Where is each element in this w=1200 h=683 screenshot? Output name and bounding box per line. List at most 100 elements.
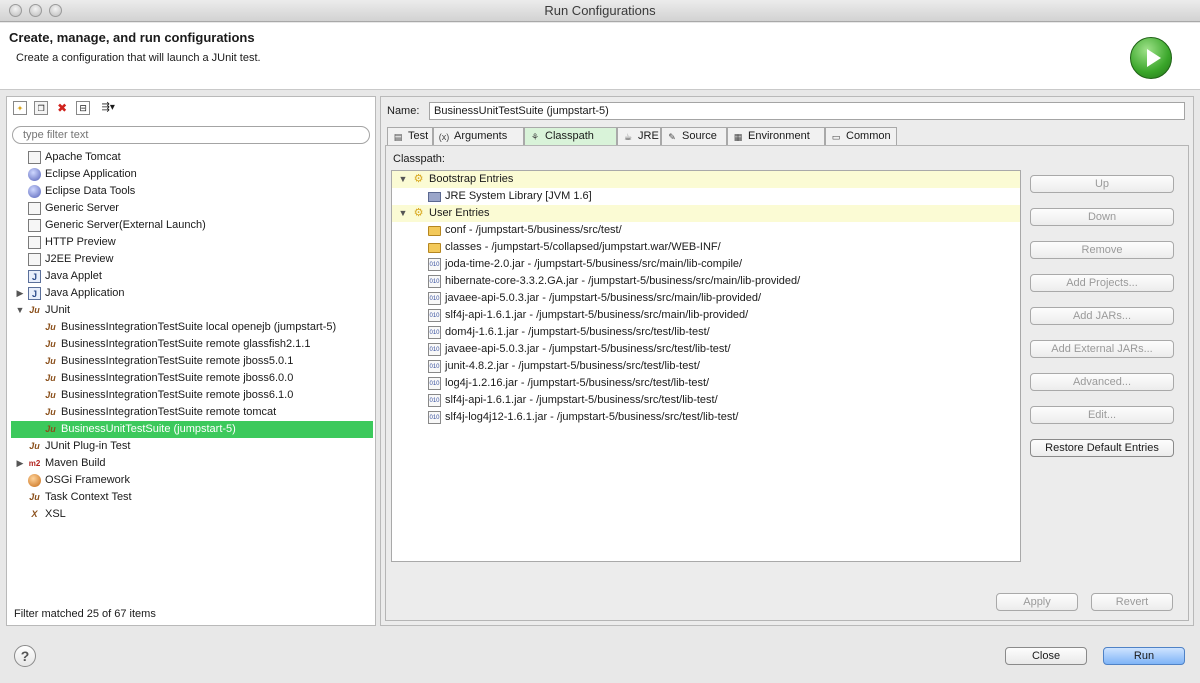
tree-item-label: Generic Server [45,202,119,214]
tree-item-label: BusinessIntegrationTestSuite remote tomc… [61,406,277,418]
classpath-entry[interactable]: 010 javaee-api-5.0.3.jar - /jumpstart-5/b… [392,341,1020,358]
folder-icon [428,226,441,236]
name-field[interactable] [429,102,1185,120]
tab-jre[interactable]: ☕ JRE [617,127,661,146]
tree-item[interactable]: Generic Server [11,200,373,217]
tree-item[interactable]: ▶ m2 Maven Build [11,455,373,472]
expander-icon[interactable]: ▼ [398,171,408,188]
delete-config-icon[interactable]: ✖ [55,101,69,115]
junit-icon: Ju [45,339,56,349]
help-icon[interactable]: ? [14,645,36,667]
configuration-list-panel: ✦ ❐ ✖ ⊟ ⇶▾ Apache Tomcat Eclipse Applicat… [6,96,376,626]
classpath-label: Classpath: [393,153,445,165]
run-button[interactable]: Run [1103,647,1185,665]
file-icon [28,151,41,164]
header-subtitle: Create a configuration that will launch … [16,52,261,64]
expander-icon[interactable]: ▶ [15,455,25,472]
classpath-entry-label: javaee-api-5.0.3.jar - /jumpstart-5/busi… [445,343,731,355]
tab-common[interactable]: ▭ Common [825,127,897,146]
apply-button[interactable]: Apply [996,593,1078,611]
tab-source[interactable]: ✎ Source [661,127,727,146]
tree-item-label: JUnit [45,304,71,316]
tab-label: Environment [748,130,810,142]
tree-item[interactable]: Ju BusinessIntegrationTestSuite remote jb… [11,370,373,387]
tree-item[interactable]: Ju BusinessIntegrationTestSuite remote jb… [11,387,373,404]
classpath-entry[interactable]: JRE System Library [JVM 1.6] [392,188,1020,205]
source-icon: ✎ [668,132,676,142]
tree-item[interactable]: ▶ J Java Application [11,285,373,302]
classpath-group[interactable]: ▼ ⚙ User Entries [392,205,1020,222]
tree-item[interactable]: Ju BusinessIntegrationTestSuite local ope… [11,319,373,336]
jar-icon: 010 [428,360,441,373]
classpath-entry[interactable]: 010 hibernate-core-3.3.2.GA.jar - /jumpst… [392,273,1020,290]
jar-icon: 010 [428,411,441,424]
common-icon: ▭ [831,132,841,142]
classpath-entry[interactable]: 010 dom4j-1.6.1.jar - /jumpstart-5/busine… [392,324,1020,341]
tree-item[interactable]: Ju BusinessIntegrationTestSuite remote jb… [11,353,373,370]
close-button[interactable]: Close [1005,647,1087,665]
tab-test[interactable]: ▤ Test [387,127,433,146]
entries-icon: ⚙ [413,207,424,219]
advanced-button[interactable]: Advanced... [1030,373,1174,391]
tree-item[interactable]: J2EE Preview [11,251,373,268]
tree-item[interactable]: Ju BusinessIntegrationTestSuite remote to… [11,404,373,421]
classpath-entry[interactable]: 010 slf4j-log4j12-1.6.1.jar - /jumpstart-… [392,409,1020,426]
add-projects-button[interactable]: Add Projects... [1030,274,1174,292]
applet-icon: J [28,270,41,283]
classpath-group[interactable]: ▼ ⚙ Bootstrap Entries [392,171,1020,188]
jar-icon: 010 [428,275,441,288]
tree-item[interactable]: Ju BusinessIntegrationTestSuite remote gl… [11,336,373,353]
tree-item[interactable]: Eclipse Application [11,166,373,183]
tree-item[interactable]: Generic Server(External Launch) [11,217,373,234]
classpath-entry[interactable]: 010 junit-4.8.2.jar - /jumpstart-5/busine… [392,358,1020,375]
classpath-entry[interactable]: 010 log4j-1.2.16.jar - /jumpstart-5/busin… [392,375,1020,392]
classpath-tree[interactable]: ▼ ⚙ Bootstrap Entries JRE System Library [J… [391,170,1021,562]
tab-classpath[interactable]: ⚘ Classpath [524,127,617,146]
tree-item[interactable]: OSGi Framework [11,472,373,489]
classpath-entry-label: classes - /jumpstart-5/collapsed/jumpsta… [445,241,721,253]
jar-icon: 010 [428,326,441,339]
header-title: Create, manage, and run configurations [9,30,255,45]
down-button[interactable]: Down [1030,208,1174,226]
filter-input[interactable] [12,126,370,144]
file-icon [28,236,41,249]
tree-item[interactable]: Eclipse Data Tools [11,183,373,200]
jar-icon: 010 [428,309,441,322]
classpath-entry[interactable]: 010 slf4j-api-1.6.1.jar - /jumpstart-5/bu… [392,307,1020,324]
tree-item[interactable]: Ju Task Context Test [11,489,373,506]
tab-environment[interactable]: ▦ Environment [727,127,825,146]
tree-item[interactable]: X XSL [11,506,373,523]
add-external-jars-button[interactable]: Add External JARs... [1030,340,1174,358]
tree-item[interactable]: HTTP Preview [11,234,373,251]
classpath-entry[interactable]: 010 javaee-api-5.0.3.jar - /jumpstart-5/b… [392,290,1020,307]
classpath-entry[interactable]: 010 joda-time-2.0.jar - /jumpstart-5/busi… [392,256,1020,273]
tree-item-label: BusinessIntegrationTestSuite remote jbos… [61,355,294,367]
collapse-all-icon[interactable]: ⊟ [76,101,91,115]
expander-icon[interactable]: ▼ [398,205,408,222]
remove-button[interactable]: Remove [1030,241,1174,259]
up-button[interactable]: Up [1030,175,1174,193]
classpath-entry[interactable]: conf - /jumpstart-5/business/src/test/ [392,222,1020,239]
jar-icon: 010 [428,394,441,407]
new-config-icon[interactable]: ✦ [13,101,27,115]
classpath-entry[interactable]: 010 slf4j-api-1.6.1.jar - /jumpstart-5/bu… [392,392,1020,409]
edit-button[interactable]: Edit... [1030,406,1174,424]
filter-menu-icon[interactable]: ⇶▾ [97,101,119,115]
tree-item-label: J2EE Preview [45,253,114,265]
expander-icon[interactable]: ▼ [15,302,25,319]
classpath-entry[interactable]: classes - /jumpstart-5/collapsed/jumpsta… [392,239,1020,256]
tree-item[interactable]: ▼ Ju JUnit [11,302,373,319]
tree-item[interactable]: Ju BusinessUnitTestSuite (jumpstart-5) [11,421,373,438]
tree-item[interactable]: J Java Applet [11,268,373,285]
junit-icon: Ju [29,441,40,451]
tab-arguments[interactable]: (x) Arguments [433,127,524,146]
revert-button[interactable]: Revert [1091,593,1173,611]
arguments-icon: (x) [438,132,450,142]
expander-icon[interactable]: ▶ [15,285,25,302]
add-jars-button[interactable]: Add JARs... [1030,307,1174,325]
tree-item[interactable]: Apache Tomcat [11,149,373,166]
duplicate-config-icon[interactable]: ❐ [34,101,49,115]
tree-item[interactable]: Ju JUnit Plug-in Test [11,438,373,455]
restore-default-entries-button[interactable]: Restore Default Entries [1030,439,1174,457]
classpath-entry-label: dom4j-1.6.1.jar - /jumpstart-5/business/… [445,326,710,338]
